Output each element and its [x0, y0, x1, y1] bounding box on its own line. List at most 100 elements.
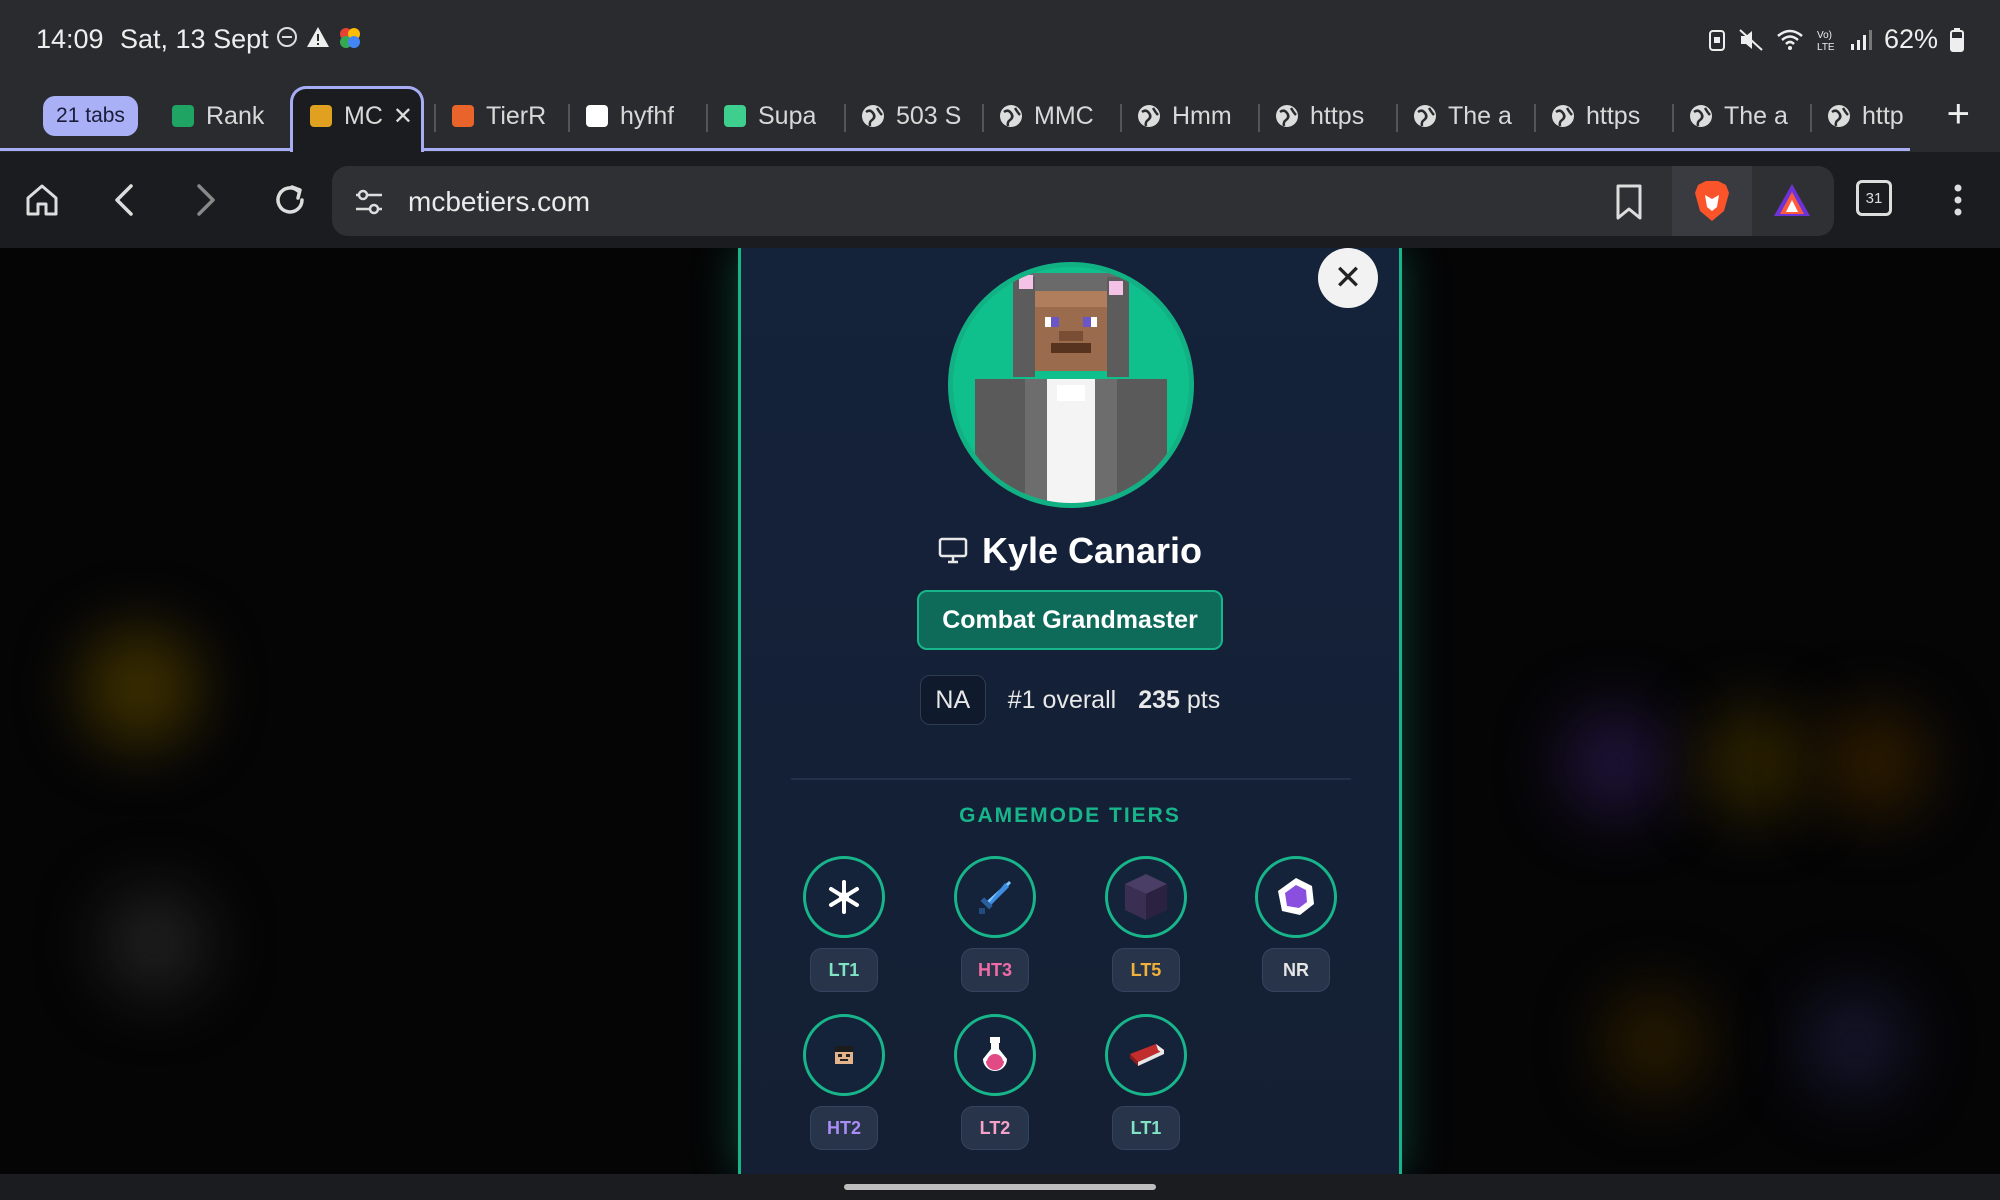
minecraft-skin-avatar	[975, 273, 1167, 503]
background-blur	[1700, 708, 1810, 818]
tab-item[interactable]: MMC	[998, 96, 1094, 136]
tab-label: https	[1310, 101, 1365, 130]
tier-label: LT5	[1112, 948, 1180, 992]
bed-icon	[1130, 1044, 1164, 1066]
player-stats: NA #1 overall 235 pts	[741, 675, 1399, 725]
points-value: 235	[1138, 685, 1180, 714]
forward-icon	[197, 184, 215, 216]
globe-icon	[1274, 103, 1300, 129]
tier-label: HT2	[810, 1106, 878, 1150]
tab-item[interactable]: Supa	[722, 96, 816, 136]
tier-label: LT1	[1112, 1106, 1180, 1150]
points: 235 pts	[1138, 686, 1220, 715]
tier-icon	[450, 103, 476, 129]
sword-icon	[979, 881, 1011, 914]
back-icon	[115, 184, 133, 216]
tab-item[interactable]: hyfhf	[584, 96, 674, 136]
app-notification-icon	[340, 28, 360, 48]
tier-item[interactable]: NR	[1255, 856, 1337, 992]
tab-item[interactable]: TierR	[450, 96, 546, 136]
tier-label: LT2	[961, 1106, 1029, 1150]
tab-label: MC	[344, 101, 383, 130]
tab-separator	[706, 104, 708, 132]
tab-separator	[844, 104, 846, 132]
tab-item[interactable]: 503 S	[860, 96, 961, 136]
tab-item[interactable]: The a	[1412, 96, 1512, 136]
tab-item[interactable]: The a	[1688, 96, 1788, 136]
globe-icon	[1688, 103, 1714, 129]
tab-label: The a	[1448, 101, 1512, 130]
tier-item[interactable]: LT1	[803, 856, 885, 992]
supabase-icon	[722, 103, 748, 129]
tier-item[interactable]: HT3	[954, 856, 1036, 992]
tab-label: 503 S	[896, 101, 962, 130]
tab-separator	[982, 104, 984, 132]
alarm-icon	[1708, 29, 1725, 51]
system-navigation-bar	[0, 1174, 2000, 1200]
dnd-icon	[277, 27, 297, 47]
gesture-handle[interactable]	[844, 1184, 1156, 1190]
warning-icon	[307, 27, 329, 47]
tier-icon-wrap	[954, 1014, 1036, 1096]
tab-label: Hmm	[1172, 101, 1232, 130]
url-text: mcbetiers.com	[408, 186, 591, 217]
home-button[interactable]	[18, 176, 66, 224]
reload-button[interactable]	[266, 176, 314, 224]
mute-icon	[1739, 28, 1763, 51]
sheets-icon	[170, 103, 196, 129]
tab-separator	[1810, 104, 1812, 132]
globe-icon	[1136, 103, 1162, 129]
tab-item[interactable]: http	[1826, 96, 1904, 136]
mctiers-icon	[308, 103, 334, 129]
battery-percent: 62%	[1883, 24, 1938, 54]
snowflake-icon	[829, 880, 859, 914]
background-blur	[1600, 988, 1710, 1098]
forward-button[interactable]	[182, 176, 230, 224]
volte-icon: Vo)LTE	[1817, 30, 1835, 52]
brave-rewards-button[interactable]	[1772, 182, 1812, 223]
cube-icon	[1125, 874, 1167, 920]
close-tab-icon[interactable]: ✕	[393, 102, 413, 131]
tier-icon-wrap	[1105, 1014, 1187, 1096]
globe-icon	[1826, 103, 1852, 129]
player-name: Kyle Canario	[981, 530, 1203, 571]
section-divider	[791, 778, 1351, 780]
tab-item[interactable]: Rank	[170, 96, 264, 136]
close-modal-button[interactable]: ✕	[1318, 248, 1378, 308]
tab-item[interactable]: https	[1274, 96, 1364, 136]
tab-separator	[568, 104, 570, 132]
tab-switcher-button[interactable]: 31	[1856, 180, 1892, 216]
tab-label: https	[1586, 101, 1641, 130]
brave-lion-icon	[1695, 181, 1729, 221]
tab-label: Supa	[758, 101, 817, 130]
menu-button[interactable]	[1934, 176, 1982, 224]
tab-item[interactable]: https	[1550, 96, 1640, 136]
tab-item[interactable]: Hmm	[1136, 96, 1232, 136]
github-icon	[584, 103, 610, 129]
tab-strip: 21 tabs Rank MC ✕ TierR hyfhf Supa 503 S MMC Hmm…	[0, 82, 2000, 154]
overall-rank: #1 overall	[1007, 685, 1117, 714]
tab-count-button[interactable]: 21 tabs	[43, 96, 138, 136]
address-bar[interactable]: mcbetiers.com	[332, 166, 1834, 236]
bookmark-button[interactable]	[1614, 184, 1644, 225]
potion-icon	[983, 1037, 1007, 1071]
new-tab-button[interactable]: +	[1947, 92, 1970, 137]
tier-item[interactable]: LT5	[1105, 856, 1187, 992]
signal-icon	[1850, 29, 1872, 50]
globe-icon	[1550, 103, 1576, 129]
svg-text:LTE: LTE	[1817, 42, 1835, 52]
tab-label: MMC	[1034, 101, 1094, 130]
tab-item[interactable]: MC ✕	[308, 96, 413, 136]
home-icon	[26, 184, 58, 216]
tier-item[interactable]: LT1	[1105, 1014, 1187, 1150]
tier-label: HT3	[961, 948, 1029, 992]
background-blur	[1800, 988, 1910, 1098]
status-system-icons: Vo) LTE 62%	[1708, 24, 1964, 55]
brave-shields-button[interactable]	[1672, 166, 1752, 236]
back-button[interactable]	[100, 176, 148, 224]
tier-item[interactable]: LT2	[954, 1014, 1036, 1150]
background-blur	[100, 888, 210, 998]
tier-item[interactable]: HT2	[803, 1014, 885, 1150]
tab-label: Rank	[206, 101, 265, 130]
kebab-menu-icon	[1954, 184, 1962, 216]
